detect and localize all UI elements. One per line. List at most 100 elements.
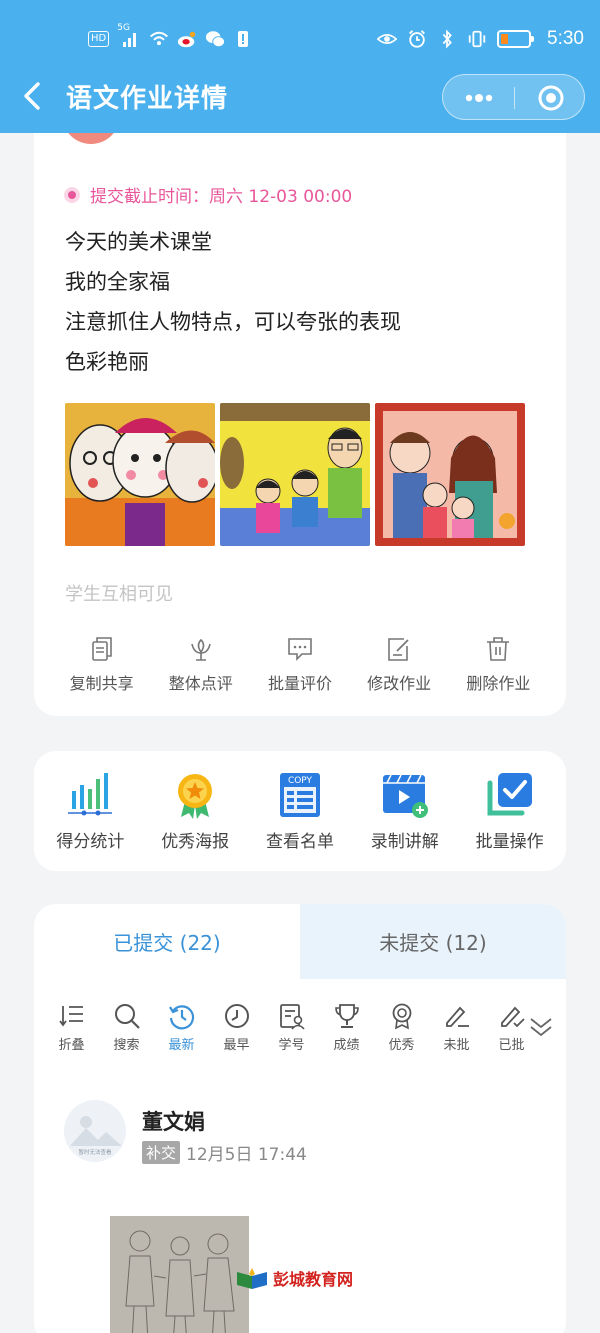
filter-score[interactable]: 成绩 <box>319 1002 374 1062</box>
pen-icon <box>445 1006 469 1027</box>
action-label: 修改作业 <box>367 674 432 693</box>
submission-image[interactable] <box>110 1216 249 1333</box>
filter-newest[interactable]: 最新 <box>154 1002 209 1062</box>
family-drawing-image-3[interactable] <box>375 403 525 546</box>
mini-program-capsule <box>442 74 585 120</box>
id-card-icon <box>279 1004 305 1030</box>
ribbon-icon <box>392 1003 411 1030</box>
filter-label: 最新 <box>168 1038 195 1053</box>
collapse-icon <box>58 1006 83 1027</box>
record-explanation-button[interactable]: 录制讲解 <box>355 769 455 852</box>
view-list-button[interactable]: COPY 查看名单 <box>250 769 350 852</box>
filter-label: 折叠 <box>58 1038 85 1053</box>
overall-comment-button[interactable]: 整体点评 <box>153 636 249 694</box>
content-line: 我的全家福 <box>65 270 170 294</box>
batch-operation-button[interactable]: 批量操作 <box>460 769 560 852</box>
filter-search[interactable]: 搜索 <box>99 1002 154 1062</box>
deadline-row: 提交截止时间：周六 12-03 00:00 <box>64 182 352 207</box>
clock-back-icon <box>168 1005 194 1030</box>
wifi-icon <box>150 31 169 46</box>
filter-label: 优秀 <box>388 1038 415 1053</box>
signal-5g-icon: 5G <box>117 23 141 49</box>
filter-label: 成绩 <box>333 1038 360 1053</box>
filter-label: 学号 <box>278 1038 305 1053</box>
copy-list-icon: COPY <box>279 773 320 817</box>
submission-meta: 补交 12月5日 17:44 <box>142 1140 307 1165</box>
batch-evaluate-button[interactable]: 批量评价 <box>252 636 348 694</box>
edit-icon <box>388 638 409 661</box>
filter-excellent[interactable]: 优秀 <box>374 1002 429 1062</box>
action-label: 复制共享 <box>69 674 134 693</box>
flower-icon <box>191 638 211 661</box>
medal-icon <box>178 774 213 819</box>
close-mini-program-icon[interactable] <box>535 83 567 113</box>
trophy-icon <box>334 1004 359 1028</box>
back-arrow-icon[interactable] <box>18 80 48 112</box>
video-icon <box>382 774 428 818</box>
chevron-down-icon[interactable] <box>528 1014 554 1040</box>
filter-label: 搜索 <box>113 1038 140 1053</box>
book-logo-icon <box>237 1268 267 1289</box>
content-line: 今天的美术课堂 <box>65 230 212 254</box>
checkbox-icon <box>487 773 532 816</box>
action-label: 删除作业 <box>466 674 531 693</box>
alert-icon <box>238 31 249 47</box>
eye-icon <box>377 34 398 44</box>
weibo-icon <box>178 31 196 48</box>
excellent-poster-button[interactable]: 优秀海报 <box>145 769 245 852</box>
late-submit-badge: 补交 <box>142 1141 181 1164</box>
deadline-text: 提交截止时间：周六 12-03 00:00 <box>90 187 353 207</box>
filter-collapse[interactable]: 折叠 <box>44 1002 99 1062</box>
edit-assignment-button[interactable]: 修改作业 <box>351 636 447 694</box>
delete-assignment-button[interactable]: 删除作业 <box>450 636 546 694</box>
sort-filter-bar: 折叠 搜索 最新 最早 学号 成绩 优秀 未批 已批 <box>34 1002 566 1062</box>
action-label: 批量评价 <box>267 674 332 693</box>
filter-unmarked[interactable]: 未批 <box>429 1002 484 1062</box>
svg-text:暂时无法查看: 暂时无法查看 <box>78 1148 112 1156</box>
tools-card: 得分统计 优秀海报 COPY 查看名单 录制讲解 批量操作 <box>34 751 566 871</box>
action-label: 整体点评 <box>168 674 233 693</box>
tool-label: 录制讲解 <box>370 832 439 852</box>
student-avatar: 暂时无法查看 <box>64 1100 126 1162</box>
bluetooth-icon <box>442 29 452 49</box>
battery-icon <box>497 30 535 48</box>
capsule-divider <box>514 87 515 109</box>
pen-check-icon <box>500 1006 525 1028</box>
tool-label: 优秀海报 <box>161 832 230 852</box>
top-bar: HD 5G 5:30 语文作业详情 <box>0 0 600 133</box>
score-stats-button[interactable]: 得分统计 <box>40 769 140 852</box>
copy-share-button[interactable]: 复制共享 <box>54 636 150 694</box>
assignment-content: 今天的美术课堂 我的全家福 注意抓住人物特点，可以夸张的表现 色彩艳丽 <box>65 222 401 382</box>
submission-time: 12月5日 17:44 <box>186 1145 307 1165</box>
watermark-text: 彭城教育网 <box>273 1270 354 1289</box>
tool-label: 批量操作 <box>475 832 544 852</box>
copy-icon <box>91 637 112 661</box>
page-title: 语文作业详情 <box>66 84 229 114</box>
comment-icon <box>288 638 312 661</box>
search-icon <box>114 1004 140 1029</box>
site-watermark: 彭城教育网 <box>235 1266 353 1290</box>
status-bar: HD 5G 5:30 <box>0 22 600 56</box>
tab-not-submitted[interactable]: 未提交 (12) <box>300 904 566 979</box>
assignment-actions: 复制共享 整体点评 批量评价 修改作业 删除作业 <box>34 636 566 694</box>
bar-chart-icon <box>68 773 113 816</box>
status-time: 5:30 <box>547 28 584 49</box>
filter-earliest[interactable]: 最早 <box>209 1002 264 1062</box>
filter-student-number[interactable]: 学号 <box>264 1002 319 1062</box>
submission-tabs: 已提交 (22) 未提交 (12) <box>34 904 566 979</box>
filter-label: 未批 <box>443 1038 470 1053</box>
clock-icon <box>224 1004 249 1028</box>
family-drawing-image-1[interactable] <box>65 403 215 546</box>
content-line: 注意抓住人物特点，可以夸张的表现 <box>65 310 401 334</box>
nav-header: 语文作业详情 <box>0 64 600 128</box>
assignment-images <box>65 403 525 546</box>
svg-text:COPY: COPY <box>288 776 313 786</box>
hd-indicator: HD <box>88 31 110 47</box>
alarm-icon <box>409 30 425 48</box>
family-drawing-image-2[interactable] <box>220 403 370 546</box>
visibility-note: 学生互相可见 <box>65 584 173 605</box>
student-name: 董文娟 <box>142 1110 205 1134</box>
more-options-icon[interactable] <box>461 83 497 113</box>
vibrate-icon <box>468 30 486 48</box>
tab-submitted[interactable]: 已提交 (22) <box>34 904 320 979</box>
